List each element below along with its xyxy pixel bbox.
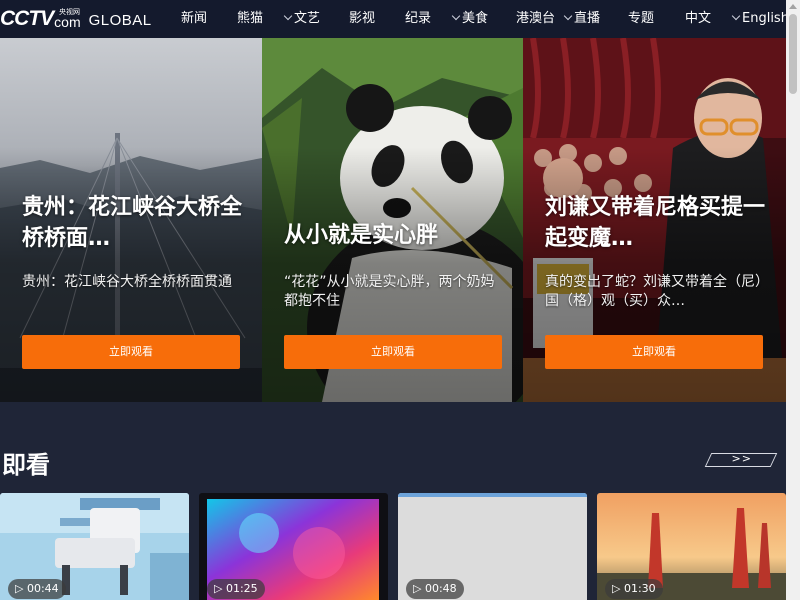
nav-chinese[interactable]: 中文	[685, 0, 711, 38]
more-button[interactable]: >>	[704, 452, 778, 467]
hero-carousel: 贵州：花江峡谷大桥全桥桥面… 贵州：花江峡谷大桥全桥桥面贯通 立即观看 从小就是…	[0, 38, 786, 402]
hero-title[interactable]: 从小就是实心胖	[284, 220, 508, 251]
nav-hk-macao-taiwan[interactable]: 港澳台	[516, 0, 555, 38]
chevron-down-icon	[731, 11, 741, 21]
watch-now-button[interactable]: 立即观看	[545, 335, 763, 369]
more-arrows: >>	[731, 452, 752, 465]
nav-documentary[interactable]: 纪录	[405, 0, 431, 38]
nav-news[interactable]: 新闻	[181, 0, 207, 38]
hero-card[interactable]: 从小就是实心胖 “花花”从小就是实心胖，两个奶妈都抱不住 立即观看	[262, 38, 523, 402]
video-thumbnail[interactable]: ▷ 00:48	[398, 493, 587, 600]
logo-global: GLOBAL	[88, 11, 152, 29]
video-thumbnail[interactable]: ▷ 00:44	[0, 493, 189, 600]
nav-films[interactable]: 影视	[349, 0, 375, 38]
top-navigation: CCTV com 央视网 GLOBAL 新闻 熊猫 文艺 影视 纪录 美食 港澳…	[0, 0, 789, 38]
hero-title[interactable]: 刘谦又带着尼格买提一起变魔…	[545, 192, 769, 254]
logo-chinese: 央视网	[59, 8, 80, 16]
logo-brand: CCTV	[0, 7, 54, 30]
scroll-up-arrow-icon[interactable]	[789, 4, 797, 9]
hero-description: 贵州：花江峡谷大桥全桥桥面贯通	[22, 274, 232, 290]
chevron-down-icon	[563, 11, 573, 21]
hero-description: “花花”从小就是实心胖，两个奶妈都抱不住	[284, 274, 495, 309]
watch-now-button[interactable]: 立即观看	[284, 335, 502, 369]
scrollbar-thumb[interactable]	[789, 14, 797, 94]
video-thumbnail[interactable]: ▷ 01:25	[199, 493, 388, 600]
vertical-scrollbar[interactable]	[786, 0, 800, 600]
hero-title[interactable]: 贵州：花江峡谷大桥全桥桥面…	[22, 192, 246, 254]
nav-panda[interactable]: 熊猫	[237, 0, 263, 38]
video-duration: ▷ 00:48	[406, 579, 464, 599]
hero-card[interactable]: 刘谦又带着尼格买提一起变魔… 真的变出了蛇？刘谦又带着全（尼）国（格）观（买）众…	[523, 38, 786, 402]
chevron-down-icon	[283, 11, 293, 21]
video-duration: ▷ 01:30	[605, 579, 663, 599]
nav-arts[interactable]: 文艺	[283, 0, 320, 38]
video-duration: ▷ 01:25	[207, 579, 265, 599]
section-title: 即看	[2, 451, 50, 479]
nav-live[interactable]: 直播	[563, 0, 600, 38]
cctv-logo[interactable]: CCTV com 央视网 GLOBAL	[0, 4, 152, 34]
nav-english[interactable]: English	[731, 0, 789, 38]
video-thumbnail[interactable]: ▷ 01:30	[597, 493, 786, 600]
nav-specials[interactable]: 专题	[628, 0, 654, 38]
nav-food[interactable]: 美食	[451, 0, 488, 38]
hero-description: 真的变出了蛇？刘谦又带着全（尼）国（格）观（买）众…	[545, 274, 769, 309]
watch-now-button[interactable]: 立即观看	[22, 335, 240, 369]
hero-card[interactable]: 贵州：花江峡谷大桥全桥桥面… 贵州：花江峡谷大桥全桥桥面贯通 立即观看	[0, 38, 262, 402]
video-duration: ▷ 00:44	[8, 579, 66, 599]
chevron-down-icon	[451, 11, 461, 21]
